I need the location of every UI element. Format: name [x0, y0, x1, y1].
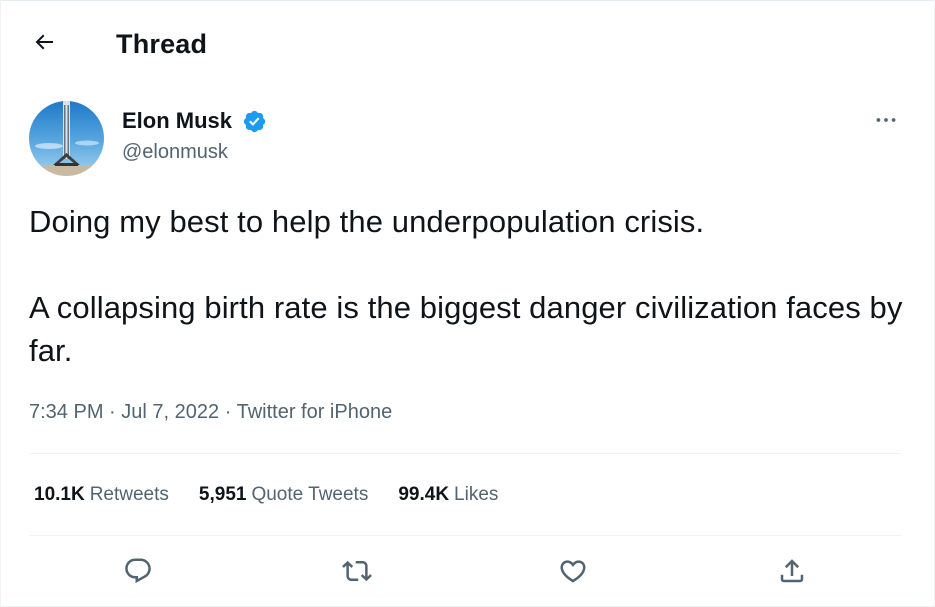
tweet-actions-bar — [0, 548, 935, 598]
tweet-metadata: 7:34 PM · Jul 7, 2022 · Twitter for iPho… — [29, 398, 392, 426]
tweet-paragraph: Doing my best to help the underpopulatio… — [29, 204, 705, 239]
likes-stat[interactable]: 99.4K Likes — [398, 481, 498, 509]
retweet-button[interactable] — [332, 548, 382, 598]
quote-tweets-stat[interactable]: 5,951 Quote Tweets — [199, 481, 368, 509]
avatar[interactable] — [29, 101, 104, 176]
more-options-button[interactable] — [866, 104, 906, 140]
heart-icon — [558, 556, 588, 591]
like-button[interactable] — [548, 548, 598, 598]
verified-badge-icon — [242, 109, 267, 134]
tweet-paragraph: A collapsing birth rate is the biggest d… — [29, 290, 903, 368]
comment-icon — [123, 556, 153, 591]
page-title: Thread — [116, 29, 208, 59]
tweet-stats: 10.1K Retweets 5,951 Quote Tweets 99.4K … — [34, 481, 498, 509]
tweet-text: Doing my best to help the underpopulatio… — [29, 200, 919, 372]
arrow-left-icon — [32, 30, 56, 59]
share-button[interactable] — [767, 548, 817, 598]
header-bar: Thread — [0, 0, 935, 86]
author-handle[interactable]: @elonmusk — [122, 139, 228, 165]
tweet-time[interactable]: 7:34 PM — [29, 401, 103, 423]
meta-separator: · — [109, 401, 116, 423]
retweet-icon — [342, 556, 372, 591]
retweets-stat[interactable]: 10.1K Retweets — [34, 481, 169, 509]
back-button[interactable] — [22, 22, 66, 66]
meta-separator: · — [224, 401, 232, 423]
tweet-source[interactable]: Twitter for iPhone — [237, 401, 393, 423]
retweets-count: 10.1K — [34, 484, 85, 505]
reply-button[interactable] — [113, 548, 163, 598]
tweet-date[interactable]: Jul 7, 2022 — [121, 401, 219, 423]
share-icon — [777, 556, 807, 591]
author-display-name[interactable]: Elon Musk — [122, 107, 232, 135]
quote-tweets-label: Quote Tweets — [251, 484, 369, 505]
more-horizontal-icon — [873, 107, 899, 138]
retweets-label: Retweets — [89, 484, 169, 505]
likes-count: 99.4K — [398, 484, 450, 505]
quote-tweets-count: 5,951 — [198, 484, 247, 505]
divider — [29, 453, 901, 454]
divider — [29, 535, 901, 536]
likes-label: Likes — [454, 484, 499, 505]
